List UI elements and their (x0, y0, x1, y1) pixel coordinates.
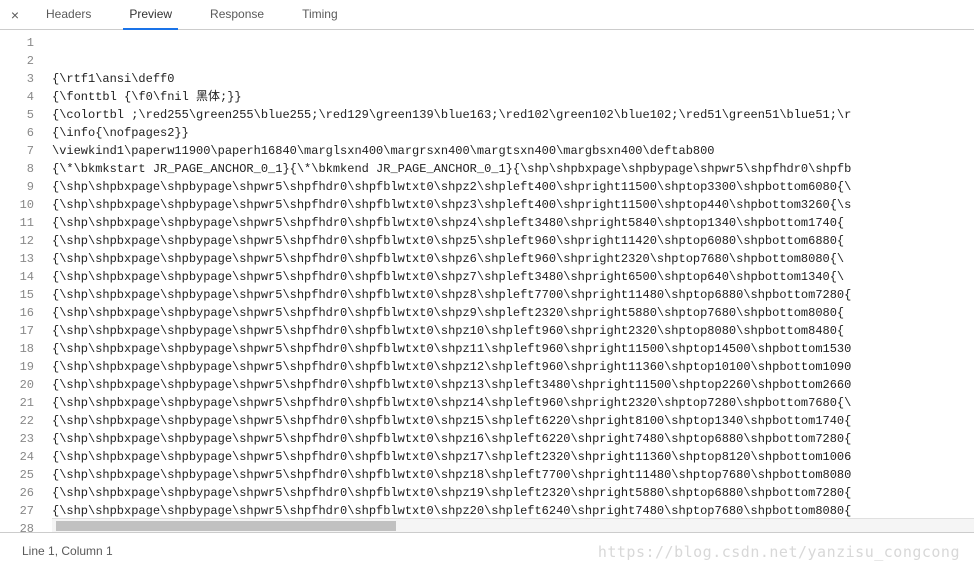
code-line: {\shp\shpbxpage\shpbypage\shpwr5\shpfhdr… (52, 304, 974, 322)
line-number: 17 (0, 322, 34, 340)
line-number: 4 (0, 88, 34, 106)
line-number: 26 (0, 484, 34, 502)
line-number: 19 (0, 358, 34, 376)
scroll-thumb[interactable] (56, 521, 396, 531)
line-number: 7 (0, 142, 34, 160)
code-line: {\shp\shpbxpage\shpbypage\shpwr5\shpfhdr… (52, 412, 974, 430)
line-number: 9 (0, 178, 34, 196)
code-line: {\shp\shpbxpage\shpbypage\shpwr5\shpfhdr… (52, 358, 974, 376)
line-number: 15 (0, 286, 34, 304)
code-line: {\shp\shpbxpage\shpbypage\shpwr5\shpfhdr… (52, 214, 974, 232)
line-number: 2 (0, 52, 34, 70)
line-number: 27 (0, 502, 34, 520)
code-line: {\shp\shpbxpage\shpbypage\shpwr5\shpfhdr… (52, 394, 974, 412)
line-number: 14 (0, 268, 34, 286)
code-line: {\info{\nofpages2}} (52, 124, 974, 142)
line-number: 12 (0, 232, 34, 250)
code-area[interactable]: {\rtf1\ansi\deff0{\fonttbl {\f0\fnil 黑体;… (52, 30, 974, 532)
line-number: 16 (0, 304, 34, 322)
tab-bar: × Headers Preview Response Timing (0, 0, 974, 30)
status-bar: Line 1, Column 1 https://blog.csdn.net/y… (0, 532, 974, 569)
line-number: 28 (0, 520, 34, 532)
code-line: {\shp\shpbxpage\shpbypage\shpwr5\shpfhdr… (52, 466, 974, 484)
code-line: {\shp\shpbxpage\shpbypage\shpwr5\shpfhdr… (52, 340, 974, 358)
code-line: {\shp\shpbxpage\shpbypage\shpwr5\shpfhdr… (52, 376, 974, 394)
line-number: 23 (0, 430, 34, 448)
code-line: {\shp\shpbxpage\shpbypage\shpwr5\shpfhdr… (52, 322, 974, 340)
code-line: {\shp\shpbxpage\shpbypage\shpwr5\shpfhdr… (52, 430, 974, 448)
code-line: {\shp\shpbxpage\shpbypage\shpwr5\shpfhdr… (52, 286, 974, 304)
code-line: {\shp\shpbxpage\shpbypage\shpwr5\shpfhdr… (52, 250, 974, 268)
line-number: 13 (0, 250, 34, 268)
tab-preview[interactable]: Preview (123, 0, 178, 30)
line-number: 3 (0, 70, 34, 88)
code-line: {\shp\shpbxpage\shpbypage\shpwr5\shpfhdr… (52, 196, 974, 214)
code-line: {\shp\shpbxpage\shpbypage\shpwr5\shpfhdr… (52, 232, 974, 250)
line-number: 10 (0, 196, 34, 214)
tab-headers[interactable]: Headers (40, 0, 97, 30)
preview-content: 1234567891011121314151617181920212223242… (0, 30, 974, 532)
code-line: {\colortbl ;\red255\green255\blue255;\re… (52, 106, 974, 124)
line-number: 8 (0, 160, 34, 178)
close-icon[interactable]: × (8, 8, 22, 22)
line-number: 24 (0, 448, 34, 466)
line-number: 25 (0, 466, 34, 484)
code-line: {\rtf1\ansi\deff0 (52, 70, 974, 88)
tab-response[interactable]: Response (204, 0, 270, 30)
code-line: {\shp\shpbxpage\shpbypage\shpwr5\shpfhdr… (52, 178, 974, 196)
code-line: {\shp\shpbxpage\shpbypage\shpwr5\shpfhdr… (52, 484, 974, 502)
line-number: 5 (0, 106, 34, 124)
code-line: {\shp\shpbxpage\shpbypage\shpwr5\shpfhdr… (52, 448, 974, 466)
watermark: https://blog.csdn.net/yanzisu_congcong (598, 543, 960, 561)
line-number-gutter: 1234567891011121314151617181920212223242… (0, 30, 52, 532)
code-line: {\fonttbl {\f0\fnil 黑体;}} (52, 88, 974, 106)
code-line: \viewkind1\paperw11900\paperh16840\margl… (52, 142, 974, 160)
line-number: 11 (0, 214, 34, 232)
line-number: 21 (0, 394, 34, 412)
horizontal-scrollbar[interactable] (52, 518, 974, 532)
line-number: 18 (0, 340, 34, 358)
line-number: 20 (0, 376, 34, 394)
tab-timing[interactable]: Timing (296, 0, 344, 30)
code-line: {\shp\shpbxpage\shpbypage\shpwr5\shpfhdr… (52, 268, 974, 286)
line-number: 6 (0, 124, 34, 142)
line-number: 22 (0, 412, 34, 430)
line-number: 1 (0, 34, 34, 52)
cursor-position: Line 1, Column 1 (22, 544, 113, 558)
code-line: {\*\bkmkstart JR_PAGE_ANCHOR_0_1}{\*\bkm… (52, 160, 974, 178)
